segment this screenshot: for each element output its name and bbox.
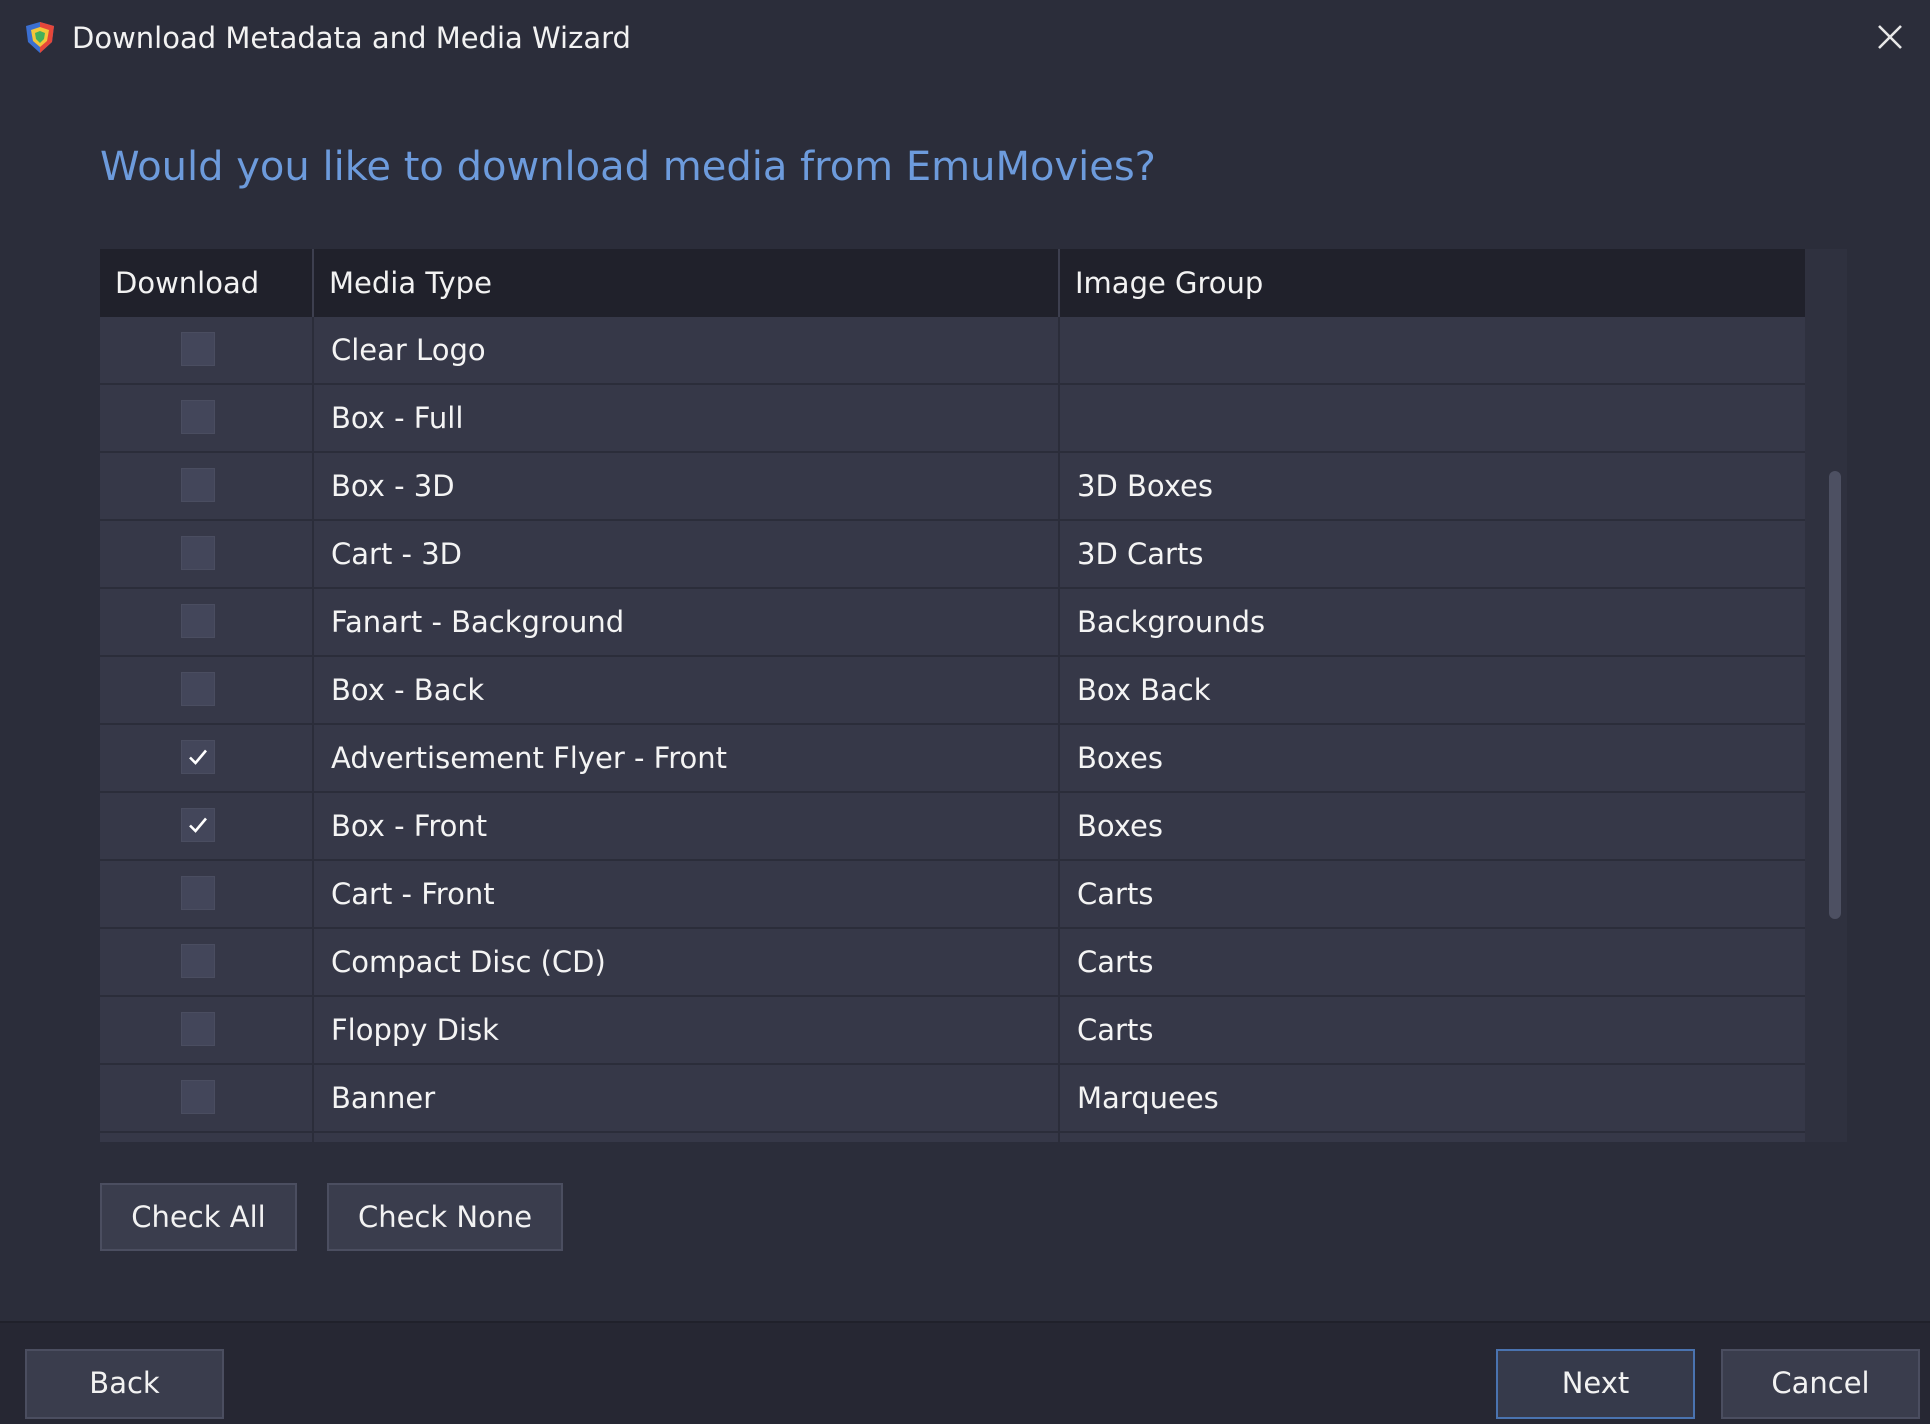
image-group-cell: Boxes [1058, 793, 1805, 859]
media-type-table: Download Media Type Image Group Clear Lo… [100, 249, 1847, 1142]
table-row[interactable]: Cart - 3D 3D Carts [100, 521, 1805, 589]
back-button[interactable]: Back [25, 1349, 224, 1419]
check-none-button[interactable]: Check None [327, 1183, 563, 1251]
image-group-cell: Carts [1058, 861, 1805, 927]
column-header-media-type[interactable]: Media Type [312, 249, 1058, 317]
image-group-cell: Carts [1058, 997, 1805, 1063]
download-cell [100, 861, 312, 927]
page-heading: Would you like to download media from Em… [100, 144, 1156, 190]
next-button[interactable]: Next [1496, 1349, 1695, 1419]
close-icon[interactable] [1866, 14, 1914, 62]
table-row[interactable]: Banner Marquees [100, 1065, 1805, 1133]
download-checkbox[interactable] [181, 944, 215, 978]
table-row[interactable]: Box - Back Box Back [100, 657, 1805, 725]
table-row[interactable]: Box - Front Boxes [100, 793, 1805, 861]
download-cell [100, 317, 312, 383]
table-row[interactable] [100, 1133, 1805, 1142]
download-cell [100, 657, 312, 723]
image-group-cell: Backgrounds [1058, 589, 1805, 655]
table-row[interactable]: Floppy Disk Carts [100, 997, 1805, 1065]
media-type-cell: Cart - Front [312, 861, 1058, 927]
download-checkbox[interactable] [181, 468, 215, 502]
cancel-button[interactable]: Cancel [1721, 1349, 1920, 1419]
download-cell [100, 997, 312, 1063]
download-cell [100, 589, 312, 655]
download-checkbox[interactable] [181, 808, 215, 842]
download-cell [100, 521, 312, 587]
image-group-cell: Boxes [1058, 725, 1805, 791]
table-row[interactable]: Box - 3D 3D Boxes [100, 453, 1805, 521]
table-row[interactable]: Box - Full [100, 385, 1805, 453]
column-header-download[interactable]: Download [100, 249, 312, 317]
scrollbar-thumb[interactable] [1829, 471, 1841, 919]
download-checkbox[interactable] [181, 332, 215, 366]
checkmark-icon [189, 817, 207, 833]
media-type-cell: Box - Front [312, 793, 1058, 859]
media-type-cell: Clear Logo [312, 317, 1058, 383]
media-type-cell: Box - 3D [312, 453, 1058, 519]
window-title: Download Metadata and Media Wizard [72, 21, 631, 55]
download-checkbox[interactable] [181, 876, 215, 910]
download-checkbox[interactable] [181, 604, 215, 638]
media-type-cell: Box - Back [312, 657, 1058, 723]
media-type-cell: Fanart - Background [312, 589, 1058, 655]
media-type-cell: Box - Full [312, 385, 1058, 451]
table-row[interactable]: Advertisement Flyer - Front Boxes [100, 725, 1805, 793]
download-cell [100, 1133, 312, 1142]
image-group-cell: Marquees [1058, 1065, 1805, 1131]
download-cell [100, 453, 312, 519]
table-row[interactable]: Cart - Front Carts [100, 861, 1805, 929]
download-checkbox[interactable] [181, 672, 215, 706]
download-checkbox[interactable] [181, 536, 215, 570]
table-row[interactable]: Clear Logo [100, 317, 1805, 385]
image-group-cell: 3D Boxes [1058, 453, 1805, 519]
image-group-cell: 3D Carts [1058, 521, 1805, 587]
wizard-window: Download Metadata and Media Wizard Would… [0, 0, 1930, 1424]
download-checkbox[interactable] [181, 1012, 215, 1046]
table-body: Clear Logo Box - Full Box - 3D 3D Boxes Cart… [100, 317, 1805, 1142]
table-header: Download Media Type Image Group [100, 249, 1805, 317]
image-group-cell: Box Back [1058, 657, 1805, 723]
check-all-button[interactable]: Check All [100, 1183, 297, 1251]
vertical-scrollbar[interactable] [1805, 249, 1847, 1142]
media-type-cell: Advertisement Flyer - Front [312, 725, 1058, 791]
download-checkbox[interactable] [181, 400, 215, 434]
download-cell [100, 929, 312, 995]
checkmark-icon [189, 749, 207, 765]
image-group-cell: Carts [1058, 929, 1805, 995]
download-checkbox[interactable] [181, 1080, 215, 1114]
media-type-cell [312, 1133, 1058, 1142]
download-checkbox[interactable] [181, 740, 215, 774]
media-type-cell: Compact Disc (CD) [312, 929, 1058, 995]
image-group-cell [1058, 317, 1805, 383]
title-bar: Download Metadata and Media Wizard [0, 0, 1930, 78]
media-type-cell: Banner [312, 1065, 1058, 1131]
download-cell [100, 725, 312, 791]
download-cell [100, 793, 312, 859]
download-cell [100, 385, 312, 451]
table-row[interactable]: Fanart - Background Backgrounds [100, 589, 1805, 657]
image-group-cell [1058, 385, 1805, 451]
table-row[interactable]: Compact Disc (CD) Carts [100, 929, 1805, 997]
column-header-image-group[interactable]: Image Group [1058, 249, 1805, 317]
media-type-cell: Floppy Disk [312, 997, 1058, 1063]
media-type-cell: Cart - 3D [312, 521, 1058, 587]
image-group-cell [1058, 1133, 1805, 1142]
download-cell [100, 1065, 312, 1131]
app-icon [22, 20, 58, 56]
